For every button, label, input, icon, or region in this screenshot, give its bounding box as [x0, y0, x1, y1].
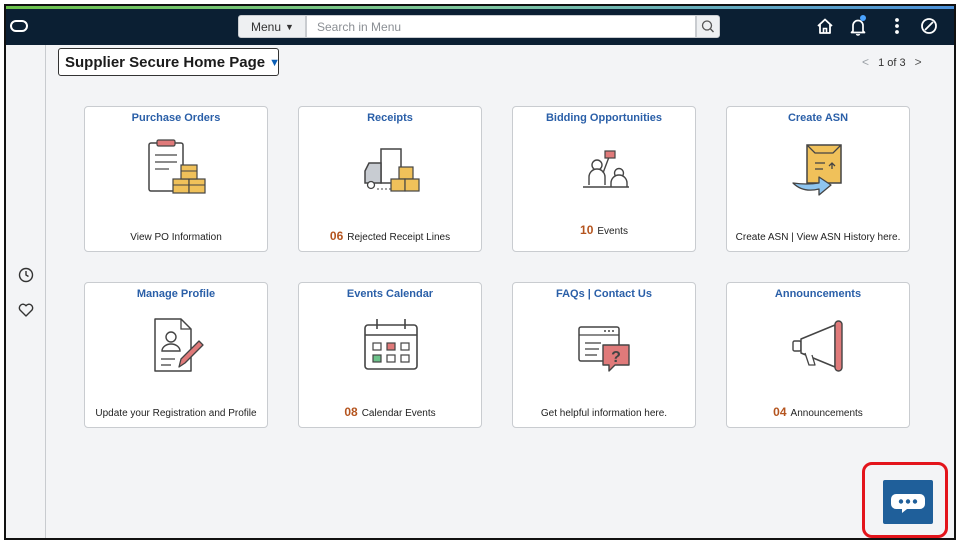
tile-manage-profile[interactable]: Manage Profile Update your Registration … — [84, 282, 268, 428]
tile-footer: Create ASN | View ASN History here. — [727, 232, 909, 243]
tile-footer: Get helpful information here. — [513, 408, 695, 419]
navbar-compass-icon[interactable] — [918, 15, 940, 37]
tile-count: 04 — [773, 405, 787, 419]
calendar-icon — [364, 319, 418, 370]
chat-bubble-icon — [891, 494, 925, 513]
tile-footer-text: Calendar Events — [361, 408, 436, 419]
tile-faqs-contact-us[interactable]: FAQs | Contact Us ? Get helpful informat… — [512, 282, 696, 428]
caret-down-icon: ▼ — [285, 22, 294, 32]
tile-purchase-orders[interactable]: Purchase Orders View PO Information — [84, 106, 268, 252]
faq-question-icon: ? — [578, 326, 630, 372]
menu-label: Menu — [251, 20, 282, 34]
tile-footer: 06 Rejected Receipt Lines — [299, 229, 481, 243]
tile-bidding-opportunities[interactable]: Bidding Opportunities 10 Events — [512, 106, 696, 252]
profile-edit-icon — [154, 318, 204, 372]
oracle-logo-icon — [10, 20, 28, 32]
recent-history-icon[interactable] — [17, 266, 35, 284]
notification-dot — [860, 15, 866, 21]
menu-dropdown-button[interactable]: Menu ▼ — [238, 15, 306, 38]
tile-footer: 04 Announcements — [727, 405, 909, 419]
search-button[interactable] — [696, 15, 720, 38]
package-arrow-icon — [792, 144, 842, 196]
tile-footer-text: Update your Registration and Profile — [95, 408, 257, 419]
previous-page-icon[interactable]: < — [856, 55, 875, 69]
megaphone-icon — [792, 320, 843, 372]
tile-title: Create ASN — [787, 112, 849, 124]
tile-count: 08 — [344, 405, 358, 419]
tile-receipts[interactable]: Receipts 06 Rejected Receipt Lines — [298, 106, 482, 252]
page-title: Supplier Secure Home Page — [65, 54, 266, 71]
next-page-icon[interactable]: > — [909, 55, 928, 69]
page-pager: < 1 of 3 > — [856, 55, 928, 69]
tile-footer-text: Create ASN | View ASN History here. — [735, 232, 901, 243]
chat-button[interactable] — [883, 480, 933, 524]
tile-title: Receipts — [367, 112, 413, 124]
tile-footer-text: Events — [597, 226, 628, 237]
tile-footer-text: Announcements — [790, 408, 863, 419]
tile-create-asn[interactable]: Create ASN Create ASN | View ASN History… — [726, 106, 910, 252]
tile-title: FAQs | Contact Us — [556, 288, 652, 300]
app-frame: Menu ▼ Search in Menu Supplier Secure Ho… — [4, 4, 956, 540]
clipboard-boxes-icon — [148, 139, 206, 194]
tile-footer: View PO Information — [85, 232, 267, 243]
search-input[interactable] — [307, 16, 695, 37]
favorites-heart-icon[interactable] — [17, 301, 35, 319]
tile-events-calendar[interactable]: Events Calendar 08 Calendar Events — [298, 282, 482, 428]
tile-title: Manage Profile — [136, 288, 216, 300]
search-icon — [701, 20, 714, 33]
left-rail — [6, 45, 46, 538]
tile-footer-text: Get helpful information here. — [540, 408, 668, 419]
tile-title: Announcements — [774, 288, 862, 300]
pager-text: 1 of 3 — [878, 57, 906, 69]
search-box — [306, 15, 696, 38]
tile-count: 06 — [329, 229, 344, 243]
more-options-icon[interactable] — [886, 15, 908, 37]
accent-line — [6, 6, 954, 9]
tile-footer-text: Rejected Receipt Lines — [347, 232, 451, 243]
svg-text:?: ? — [611, 349, 621, 366]
tile-count: 10 — [580, 223, 594, 237]
caret-down-icon: ▼ — [269, 57, 280, 69]
tile-footer: Update your Registration and Profile — [85, 408, 267, 419]
home-icon[interactable] — [814, 15, 836, 37]
bidding-people-icon — [583, 150, 629, 188]
tile-title: Bidding Opportunities — [545, 112, 663, 124]
top-navigation-bar: Menu ▼ — [6, 6, 954, 45]
tile-footer: 08 Calendar Events — [299, 405, 481, 419]
delivery-truck-icon — [364, 148, 420, 192]
tile-footer-text: View PO Information — [130, 232, 222, 243]
page-title-dropdown[interactable]: Supplier Secure Home Page ▼ — [58, 48, 280, 76]
notifications-button[interactable] — [847, 15, 869, 37]
tile-title: Events Calendar — [346, 288, 434, 300]
tile-announcements[interactable]: Announcements 04 Announcements — [726, 282, 910, 428]
tile-title: Purchase Orders — [131, 112, 221, 124]
tile-footer: 10 Events — [513, 223, 695, 237]
